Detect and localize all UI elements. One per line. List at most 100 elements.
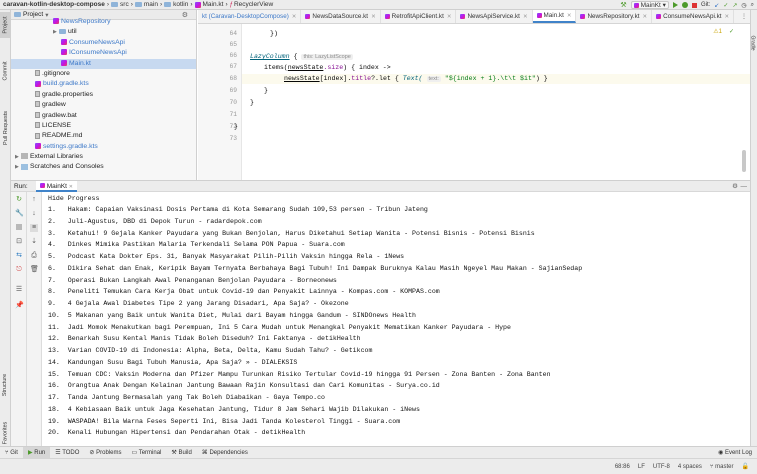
line-number: 68 — [229, 75, 237, 82]
text-file-icon — [35, 122, 40, 129]
close-icon[interactable]: ✕ — [371, 14, 376, 20]
tool-tab-todo[interactable]: ☰ TODO — [50, 447, 84, 459]
warning-indicator[interactable]: ⚠1 — [713, 28, 722, 35]
tool-tab-commit[interactable]: Commit — [0, 58, 11, 84]
arrow-down-icon[interactable]: ↓ — [30, 210, 38, 218]
console-output[interactable]: Hide Progress 1. Hakam: Capaian Vaksinas… — [42, 192, 750, 446]
tool-tab-build[interactable]: ⚒ Build — [166, 447, 196, 459]
breadcrumb-file[interactable]: Main.kt — [203, 1, 224, 8]
editor-tab[interactable]: NewsApiService.kt ✕ — [456, 10, 533, 23]
tool-tab-git[interactable]: ⑂ Git — [0, 447, 23, 459]
editor-tab[interactable]: kt (Caravan-DesktopCompose) ✕ — [198, 10, 302, 23]
tree-item[interactable]: ▶ External Libraries — [11, 152, 196, 162]
run-tab[interactable]: MainKt ✕ — [35, 180, 77, 192]
tree-item[interactable]: gradlew — [11, 100, 196, 110]
code-token: items( — [264, 64, 288, 71]
tool-tab-run[interactable]: ▶ Run — [22, 446, 51, 459]
tab-overflow-icon[interactable]: ⋮ — [741, 13, 747, 20]
history-icon[interactable]: ◷ — [741, 2, 746, 9]
tree-item[interactable]: NewsRepository — [11, 17, 196, 27]
tool-tab-dependencies[interactable]: ⌘ Dependencies — [197, 447, 253, 459]
build-icon[interactable]: ⚒ — [620, 1, 626, 9]
tree-item[interactable]: LICENSE — [11, 121, 196, 131]
gear-icon[interactable]: ⚙ — [732, 182, 738, 190]
soft-wrap-icon[interactable]: ≡ — [30, 224, 38, 232]
close-icon[interactable]: ✕ — [567, 13, 572, 19]
tree-item[interactable]: .gitignore — [11, 69, 196, 79]
editor-tab-active[interactable]: Main.kt ✕ — [532, 10, 577, 23]
editor-tab[interactable]: RetrofitApiClient.kt ✕ — [381, 10, 457, 23]
print-icon[interactable]: ⎙ — [30, 252, 38, 260]
tree-item[interactable]: build.gradle.kts — [11, 79, 196, 89]
minimize-icon[interactable]: — — [741, 183, 748, 190]
tree-item[interactable]: ▶ Scratches and Consoles — [11, 162, 196, 172]
restore-layout-icon[interactable]: ⇆ — [15, 252, 23, 260]
kotlin-file-icon — [61, 49, 67, 56]
tool-tab-favorites[interactable]: Favorites — [0, 418, 11, 448]
run-config-select[interactable]: MainKt ▾ — [630, 1, 669, 9]
debug-icon[interactable] — [681, 2, 688, 8]
editor-tab[interactable]: NewsDataSource.kt ✕ — [301, 10, 381, 23]
pin-icon[interactable]: 📌 — [15, 302, 24, 310]
editor-tab[interactable]: ConsumeNewsApi.kt ✕ — [652, 10, 735, 23]
tree-item[interactable]: IConsumeNewsApi — [11, 48, 196, 58]
rerun-icon[interactable]: ↻ — [15, 196, 23, 204]
tool-tab-gradle[interactable]: Gradle — [750, 35, 756, 50]
tree-item-selected[interactable]: Main.kt — [11, 58, 196, 69]
project-name[interactable]: caravan-kotlin-desktop-compose — [3, 1, 105, 8]
close-icon[interactable]: ✕ — [292, 14, 297, 20]
exit-icon[interactable]: ⎋ — [15, 266, 23, 274]
caret-position[interactable]: 68:86 — [615, 464, 630, 470]
lock-icon[interactable]: 🔓 — [742, 463, 749, 470]
close-icon[interactable]: ✕ — [523, 14, 528, 20]
console-line: 11. Jadi Momok Menakutkan bagi Perempuan… — [48, 324, 511, 331]
file-encoding[interactable]: UTF-8 — [653, 464, 670, 470]
tree-item[interactable]: ConsumeNewsApi — [11, 38, 196, 48]
code-editor[interactable]: 64 65 66 67 68 69 70 71 72 73 ⚠1 ✓ }) La… — [198, 24, 750, 180]
stop-icon[interactable] — [691, 2, 697, 8]
indent-setting[interactable]: 4 spaces — [678, 464, 702, 470]
inspection-ok-icon[interactable]: ✓ — [729, 28, 734, 35]
breadcrumb-function[interactable]: RecyclerView — [234, 1, 273, 8]
arrow-up-icon[interactable]: ↑ — [30, 196, 38, 204]
editor-scrollbar[interactable] — [742, 150, 746, 172]
console-line: 16. Orangtua Anak Dengan Kelainan Jantun… — [48, 382, 440, 389]
tool-tab-pull-requests[interactable]: Pull Requests — [0, 106, 11, 150]
line-separator[interactable]: LF — [638, 464, 645, 470]
tree-item-label: ConsumeNewsApi — [69, 38, 125, 46]
editor-tab[interactable]: NewsRepository.kt ✕ — [576, 10, 653, 23]
run-icon[interactable] — [672, 2, 678, 8]
close-icon[interactable]: ✕ — [642, 14, 647, 20]
tool-tab-label: Problems — [96, 449, 122, 456]
kotlin-file-icon — [633, 2, 639, 8]
tree-item[interactable]: ▶ util — [11, 27, 196, 37]
layout-icon[interactable]: ☰ — [15, 286, 23, 294]
tool-tab-structure[interactable]: Structure — [0, 370, 11, 400]
trash-icon[interactable]: 🗑 — [30, 266, 39, 274]
close-icon[interactable]: ✕ — [69, 184, 73, 190]
tree-item[interactable]: gradle.properties — [11, 90, 196, 100]
breadcrumb-main[interactable]: main — [144, 1, 158, 8]
breadcrumb-kotlin[interactable]: kotlin — [173, 1, 188, 8]
kotlin-file-icon — [194, 1, 201, 8]
close-icon[interactable]: ✕ — [725, 14, 730, 20]
breadcrumb-src[interactable]: src — [120, 1, 129, 8]
tree-item[interactable]: gradlew.bat — [11, 111, 196, 121]
search-icon[interactable]: ⌕ — [751, 2, 754, 9]
close-icon[interactable]: ✕ — [447, 14, 452, 20]
stop-icon[interactable] — [15, 224, 23, 232]
tool-tab-terminal[interactable]: ▭ Terminal — [126, 447, 166, 459]
git-commit-icon[interactable]: ✓ — [723, 2, 728, 9]
tool-tab-project[interactable]: Project — [0, 12, 11, 38]
git-push-icon[interactable]: ↗ — [732, 2, 737, 9]
tree-item[interactable]: settings.gradle.kts — [11, 142, 196, 152]
tree-item[interactable]: README.md — [11, 131, 196, 141]
event-log-tab[interactable]: ◉ Event Log — [713, 447, 757, 459]
git-branch[interactable]: ⑂ master — [710, 464, 734, 470]
console-line: 4. Dinkes Mimika Pastikan Malaria Terken… — [48, 241, 345, 248]
git-update-icon[interactable]: ↙ — [714, 2, 719, 9]
scroll-to-end-icon[interactable]: ⇣ — [30, 238, 38, 246]
camera-icon[interactable]: ⊡ — [15, 238, 23, 246]
wrench-icon[interactable]: 🔧 — [15, 210, 24, 218]
tool-tab-problems[interactable]: ⊘ Problems — [84, 447, 126, 459]
